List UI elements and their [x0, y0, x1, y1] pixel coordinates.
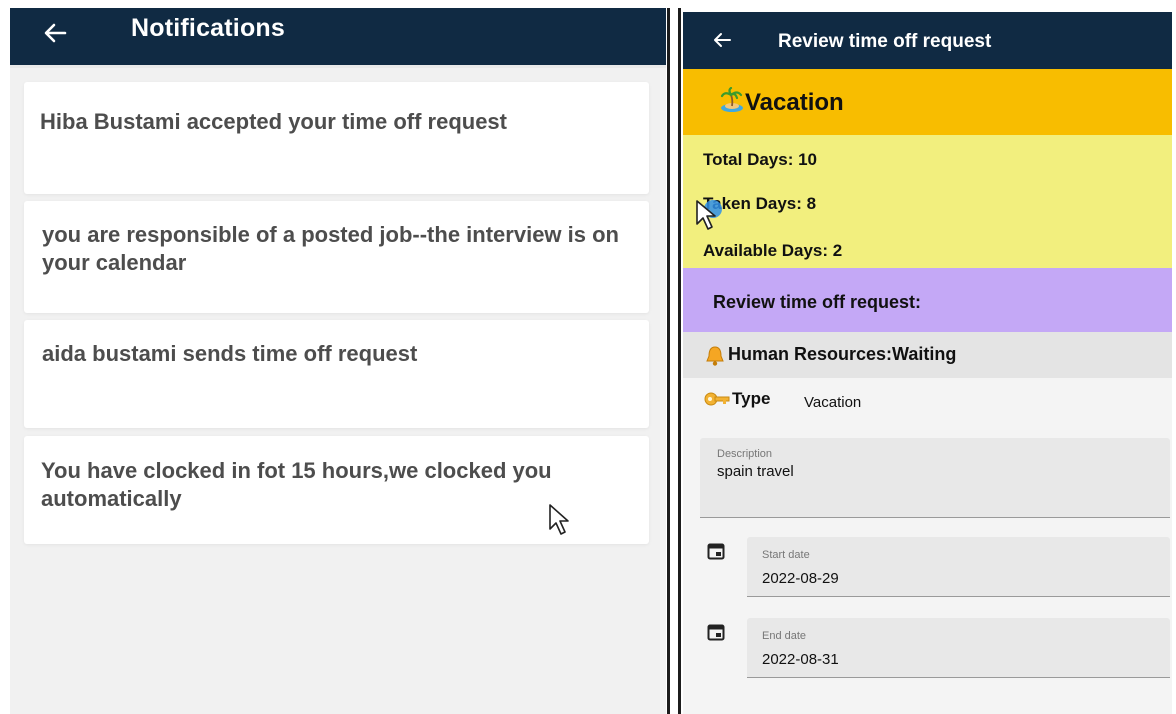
- end-date-label: End date: [762, 630, 807, 642]
- notification-text: you are responsible of a posted job--the…: [42, 222, 619, 275]
- review-heading: Review time off request:: [713, 292, 922, 312]
- page-title: Review time off request: [778, 31, 992, 52]
- start-date-label: Start date: [762, 549, 810, 561]
- leave-type-title: Vacation: [745, 89, 844, 116]
- page-title: Notifications: [131, 14, 285, 42]
- start-date-field[interactable]: Start date 2022-08-29: [747, 537, 1170, 597]
- approval-status-row: Human Resources:Waiting: [683, 332, 1172, 378]
- notification-text: aida bustami sends time off request: [42, 341, 418, 366]
- review-request-screen: Review time off request Vacation Total D…: [683, 12, 1172, 714]
- leave-type-banner: Vacation: [683, 69, 1172, 135]
- end-date-field[interactable]: End date 2022-08-31: [747, 618, 1170, 678]
- type-label: Type: [732, 389, 771, 408]
- header-shadow: [10, 65, 666, 68]
- notification-text: Hiba Bustami accepted your time off requ…: [40, 109, 507, 134]
- description-label: Description: [717, 448, 773, 460]
- notification-card[interactable]: you are responsible of a posted job--the…: [24, 201, 649, 313]
- start-date-value: 2022-08-29: [762, 570, 839, 587]
- calendar-icon[interactable]: [707, 542, 725, 560]
- total-days: Total Days: 10: [703, 150, 818, 169]
- review-app-bar: Review time off request: [683, 12, 1172, 69]
- review-section-header: Review time off request:: [683, 268, 1172, 332]
- available-days: Available Days: 2: [703, 241, 843, 260]
- approval-status: Human Resources:Waiting: [728, 344, 957, 364]
- description-field[interactable]: Description spain travel: [700, 438, 1170, 518]
- screen-divider: [666, 0, 682, 714]
- calendar-icon[interactable]: [707, 623, 725, 641]
- end-date-value: 2022-08-31: [762, 651, 839, 668]
- notifications-screen: Notifications Hiba Bustami accepted your…: [10, 8, 666, 714]
- mouse-cursor-icon: [696, 200, 722, 230]
- mouse-cursor-icon: [549, 504, 569, 535]
- island-icon: [720, 87, 743, 112]
- divider-line: [678, 8, 681, 714]
- notification-card[interactable]: aida bustami sends time off request: [24, 320, 649, 428]
- notification-card[interactable]: Hiba Bustami accepted your time off requ…: [24, 82, 649, 194]
- back-arrow-icon[interactable]: [711, 29, 733, 51]
- bell-icon: [706, 346, 724, 366]
- back-arrow-icon[interactable]: [40, 18, 70, 48]
- description-value: spain travel: [717, 463, 794, 480]
- notifications-app-bar: Notifications: [10, 8, 666, 68]
- divider-line: [667, 8, 670, 714]
- leave-balance-panel: Total Days: 10 Taken Days: 8 Available D…: [683, 135, 1172, 268]
- key-icon: [704, 392, 730, 406]
- type-value: Vacation: [804, 394, 862, 411]
- type-row: Type Vacation: [683, 384, 1172, 424]
